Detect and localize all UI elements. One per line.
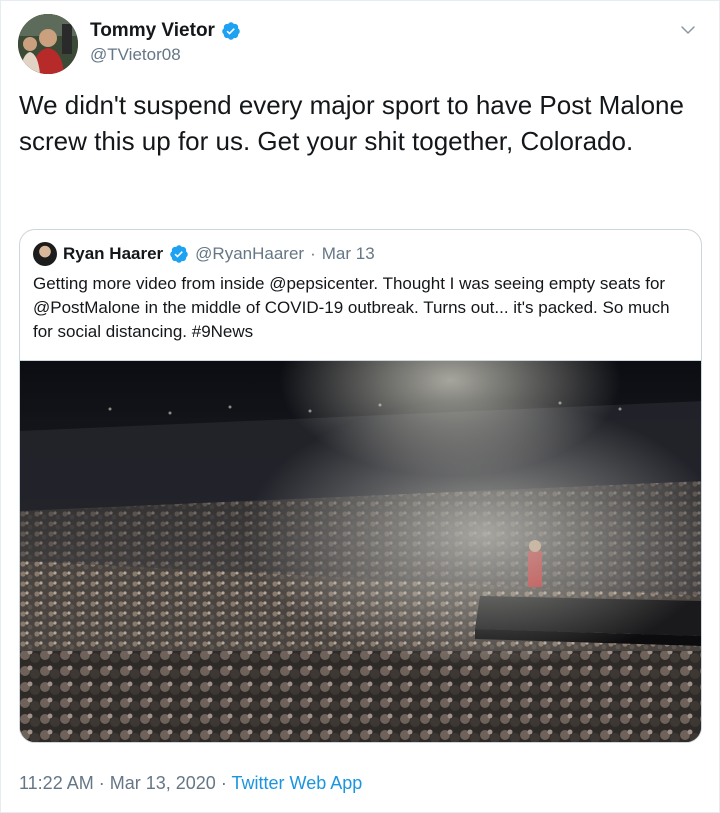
quoted-author-name: Ryan Haarer [63,244,164,263]
separator-dot: · [98,773,105,793]
chevron-down-icon[interactable] [679,21,697,39]
tweet-card[interactable]: Tommy Vietor @TVietor08 We didn't suspen… [0,0,720,813]
author-name[interactable]: Tommy Vietor [90,20,215,42]
quoted-tweet-date: Mar 13 [321,244,375,263]
author-avatar[interactable] [18,14,78,74]
verified-badge-icon [170,245,188,263]
verified-badge-icon [222,22,240,40]
quoted-author-handle: @RyanHaarer [195,244,305,263]
tweet-source-link[interactable]: Twitter Web App [232,773,363,793]
separator-dot: · [220,773,227,793]
quoted-tweet-text: Getting more video from inside @pepsicen… [33,274,670,341]
video-thumbnail[interactable] [20,360,701,742]
concert-crowd-image [20,361,701,742]
tweet-date[interactable]: Mar 13, 2020 [110,773,216,793]
author-name-row[interactable]: Tommy Vietor [90,20,241,42]
quoted-tweet-header: Ryan Haarer @RyanHaarer · Mar 13 [33,242,375,266]
separator-dot: · [310,244,316,263]
tweet-time[interactable]: 11:22 AM [19,773,94,793]
quoted-tweet[interactable]: Ryan Haarer @RyanHaarer · Mar 13 Getting… [19,229,702,743]
quoted-author-avatar [33,242,57,266]
tweet-footer: 11:22 AM · Mar 13, 2020 · Twitter Web Ap… [19,773,362,794]
tweet-text: We didn't suspend every major sport to h… [19,90,684,156]
author-handle[interactable]: @TVietor08 [90,45,181,65]
